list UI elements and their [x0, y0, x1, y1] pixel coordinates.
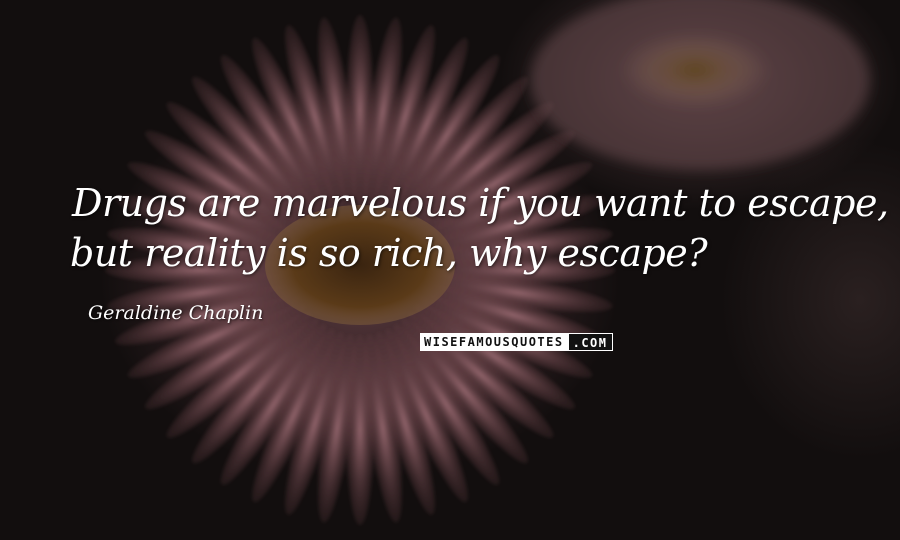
quote-line-2: but reality is so rich, why escape?	[70, 231, 708, 275]
watermark-suffix: .COM	[567, 333, 613, 351]
author-name: Geraldine Chaplin	[88, 302, 264, 324]
watermark-main: WISEFAMOUSQUOTES	[420, 333, 568, 351]
quote-text: Drugs are marvelous if you want to escap…	[70, 178, 889, 278]
quote-image: Drugs are marvelous if you want to escap…	[0, 0, 900, 540]
quote-line-1: Drugs are marvelous if you want to escap…	[72, 181, 889, 225]
watermark: WISEFAMOUSQUOTES .COM	[420, 333, 613, 351]
background-flower	[530, 0, 870, 170]
